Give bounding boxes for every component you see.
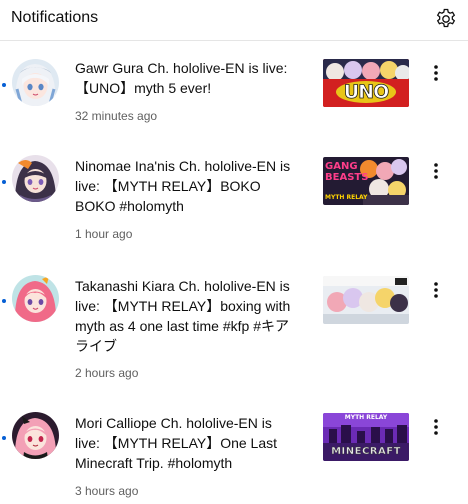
unread-indicator [2,180,6,184]
page-title: Notifications [11,9,99,26]
notification-item[interactable]: Gawr Gura Ch. hololive-EN is live: 【UNO】… [0,55,468,130]
notification-text: Mori Calliope Ch. hololive-EN is live: 【… [75,415,278,471]
notification-text: Ninomae Ina'nis Ch. hololive-EN is live:… [75,158,291,214]
more-options-button[interactable] [426,61,446,85]
video-thumbnail[interactable]: UNO [323,59,409,107]
unread-indicator [2,299,6,303]
notification-time: 32 minutes ago [75,109,158,123]
notification-time: 3 hours ago [75,484,139,498]
channel-avatar[interactable] [12,59,59,106]
notification-text: Gawr Gura Ch. hololive-EN is live: 【UNO】… [75,60,288,96]
notification-item[interactable]: Ninomae Ina'nis Ch. hololive-EN is live:… [0,153,468,243]
notifications-header: Notifications [0,0,468,41]
settings-button[interactable] [434,7,458,31]
more-vert-icon [434,282,438,298]
video-thumbnail[interactable]: MYTH RELAY MINECRAFT [323,413,409,461]
notification-time: 2 hours ago [75,366,139,380]
more-vert-icon [434,419,438,435]
more-options-button[interactable] [426,159,446,183]
video-thumbnail[interactable]: GANG BEASTS MYTH RELAY [323,157,409,205]
channel-avatar[interactable] [12,412,59,459]
notification-time: 1 hour ago [75,227,133,241]
more-options-button[interactable] [426,278,446,302]
notification-item[interactable]: Takanashi Kiara Ch. hololive-EN is live:… [0,273,468,383]
channel-avatar[interactable] [12,275,59,322]
unread-indicator [2,436,6,440]
channel-avatar[interactable] [12,155,59,202]
unread-indicator [2,83,6,87]
notification-item[interactable]: Mori Calliope Ch. hololive-EN is live: 【… [0,410,468,504]
gear-icon [436,8,456,28]
notification-text: Takanashi Kiara Ch. hololive-EN is live:… [75,278,291,354]
more-vert-icon [434,163,438,179]
video-thumbnail[interactable] [323,276,409,324]
more-vert-icon [434,65,438,81]
more-options-button[interactable] [426,415,446,439]
